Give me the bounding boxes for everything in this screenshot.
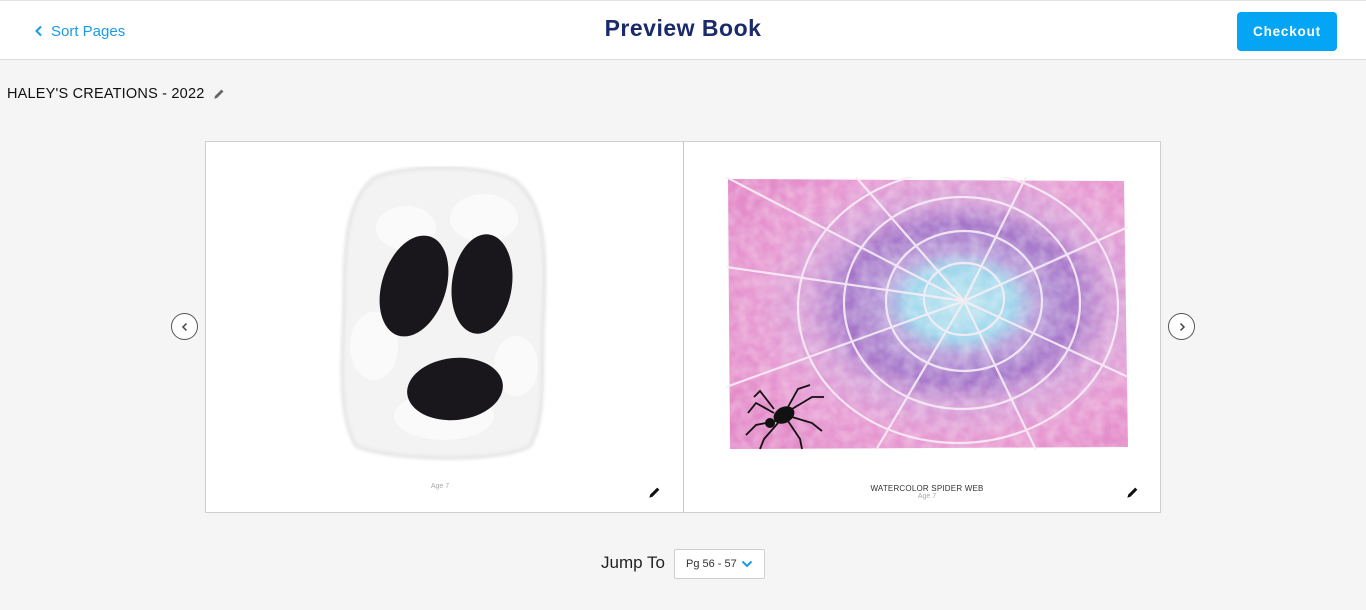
- next-page-button[interactable]: [1168, 313, 1195, 340]
- right-page[interactable]: WATERCOLOR SPIDER WEB Age 7: [684, 142, 1160, 512]
- ghost-artwork: [340, 166, 547, 460]
- book-title-row: HALEY'S CREATIONS - 2022: [7, 84, 225, 104]
- pencil-icon[interactable]: [213, 88, 225, 100]
- jump-to-selected-value: Pg 56 - 57: [686, 558, 737, 570]
- pencil-icon[interactable]: [648, 486, 661, 499]
- checkout-button[interactable]: Checkout: [1237, 12, 1337, 51]
- chevron-left-icon: [181, 322, 187, 331]
- chevron-down-icon: [741, 560, 753, 568]
- jump-to-label: Jump To: [601, 553, 665, 572]
- top-bar: Sort Pages Preview Book Checkout: [0, 0, 1366, 60]
- right-title-caption: WATERCOLOR SPIDER WEB: [870, 484, 984, 493]
- page-title: Preview Book: [604, 15, 762, 41]
- right-age-caption: Age 7: [917, 493, 937, 500]
- jump-to-select[interactable]: Pg 56 - 57: [674, 549, 765, 579]
- book-spread: Age 7 WATERCOLOR SPIDER WEB Age 7: [205, 141, 1161, 513]
- pencil-icon[interactable]: [1126, 486, 1139, 499]
- previous-page-button[interactable]: [171, 313, 198, 340]
- watercolor-spider-web-artwork: [726, 177, 1128, 450]
- left-age-caption: Age 7: [430, 483, 450, 490]
- left-page[interactable]: Age 7: [206, 142, 683, 512]
- book-title: HALEY'S CREATIONS - 2022: [7, 86, 205, 102]
- chevron-right-icon: [1179, 322, 1185, 331]
